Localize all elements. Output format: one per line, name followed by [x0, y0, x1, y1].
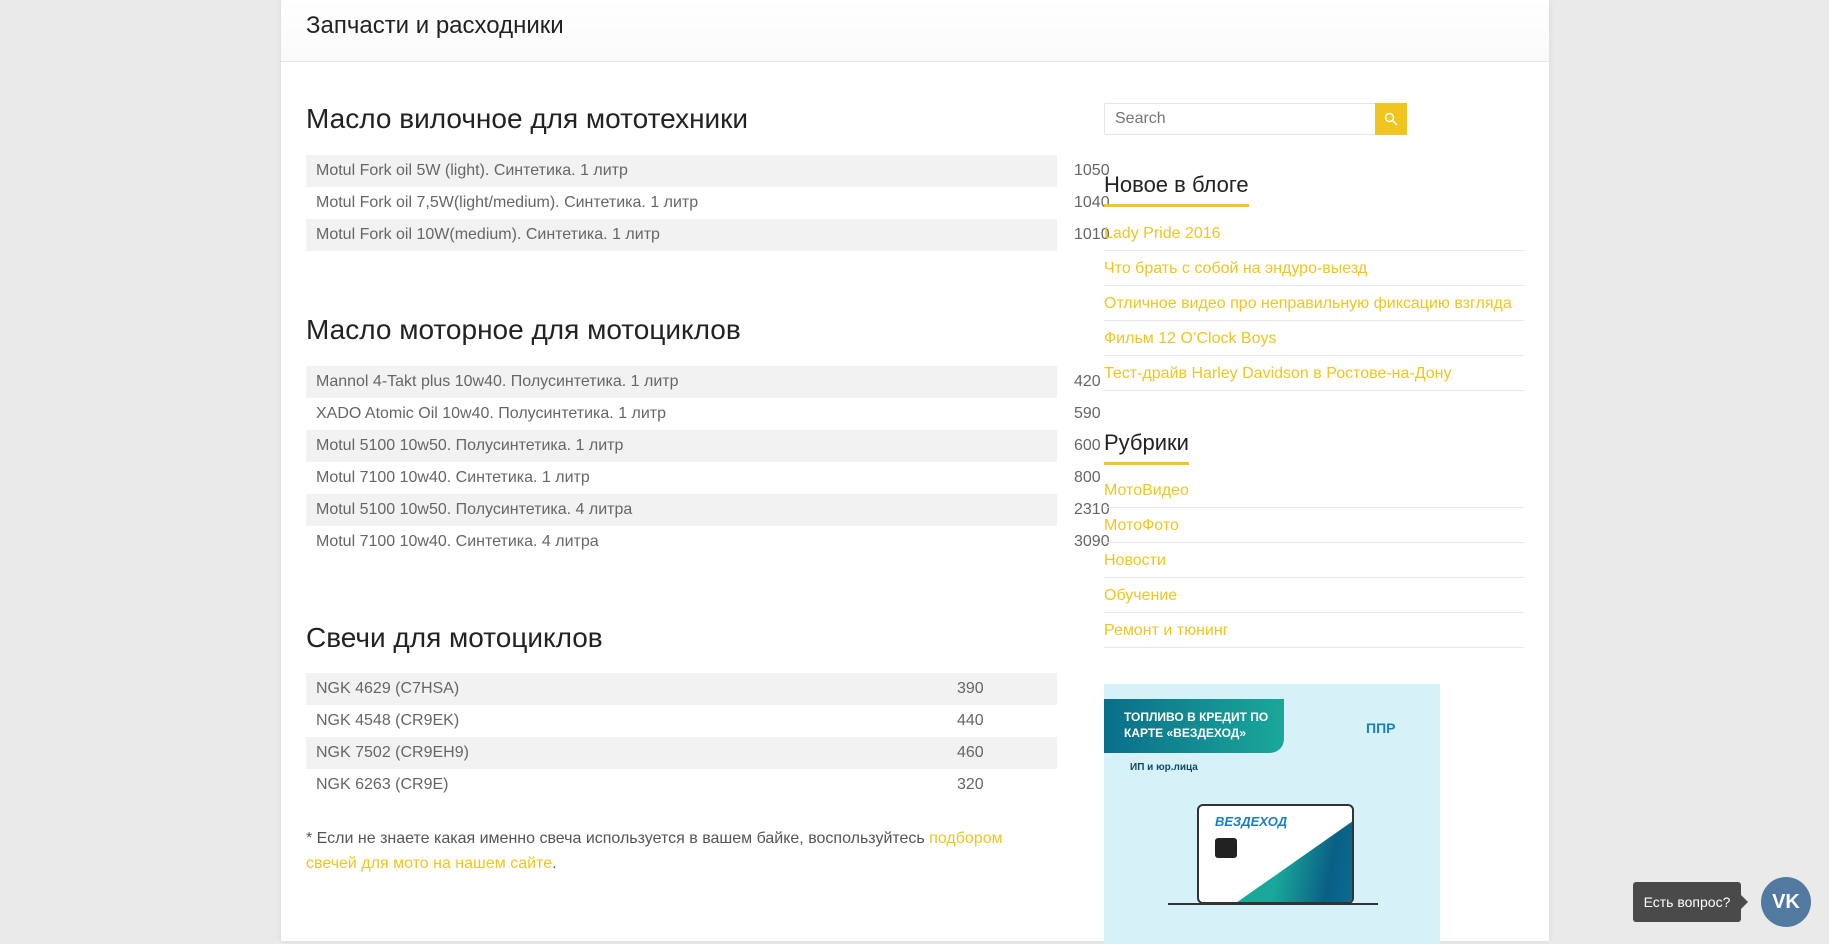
search-icon	[1384, 112, 1398, 126]
blog-post-link[interactable]: Отличное видео про неправильную фиксацию…	[1104, 286, 1524, 321]
search-form	[1104, 103, 1407, 135]
ad-headline: ТОПЛИВО В КРЕДИТ ПО КАРТЕ «ВЕЗДЕХОД»	[1104, 699, 1284, 753]
rubric-link[interactable]: Ремонт и тюнинг	[1104, 613, 1524, 648]
item-price: 440	[957, 712, 984, 729]
table-row: NGK 4629 (C7HSA) 390	[306, 673, 1057, 705]
item-name: Motul 7100 10w40. Синтетика. 1 литр	[316, 469, 590, 486]
ad-logo: ППР	[1366, 720, 1396, 736]
item-price: 800	[1074, 469, 1101, 486]
section-title: Масло вилочное для мототехники	[306, 103, 749, 134]
blog-list: Lady Pride 2016 Что брать с собой на энду…	[1104, 216, 1524, 391]
table-row: Motul 5100 10w50. Полусинтетика. 1 литр 6…	[306, 430, 1101, 462]
price-table: NGK 4629 (C7HSA) 390 NGK 4548 (CR9EK) 440 NG…	[306, 673, 1057, 801]
item-price: 420	[1074, 373, 1101, 390]
chip-icon	[1215, 838, 1237, 858]
table-row: Motul Fork oil 7,5W(light/medium). Синте…	[306, 187, 1110, 219]
page-header: Запчасти и расходники	[281, 0, 1549, 62]
item-price: 600	[1074, 437, 1101, 454]
item-name: Motul Fork oil 5W (light). Синтетика. 1 …	[316, 162, 628, 179]
table-row: Motul 7100 10w40. Синтетика. 1 литр 800	[306, 462, 1101, 494]
item-name: Motul Fork oil 10W(medium). Синтетика. 1…	[316, 226, 660, 243]
table-row: NGK 4548 (CR9EK) 440	[306, 705, 1057, 737]
item-name: Motul 7100 10w40. Синтетика. 4 литра	[316, 533, 599, 550]
vk-icon: VK	[1772, 890, 1800, 913]
item-name: NGK 6263 (CR9E)	[316, 776, 449, 793]
rubric-link[interactable]: МотоВидео	[1104, 473, 1524, 508]
page-title: Запчасти и расходники	[306, 12, 564, 39]
rubric-link[interactable]: МотоФото	[1104, 508, 1524, 543]
item-price: 460	[957, 744, 984, 761]
item-name: Motul Fork oil 7,5W(light/medium). Синте…	[316, 194, 699, 211]
blog-post-link[interactable]: Фильм 12 O’Clock Boys	[1104, 321, 1524, 356]
rubric-link[interactable]: Обучение	[1104, 578, 1524, 613]
rubrics-list: МотоВидео МотоФото Новости Обучение Ремонт и…	[1104, 473, 1524, 648]
item-name: NGK 4629 (C7HSA)	[316, 680, 460, 697]
table-row: Mannol 4-Takt plus 10w40. Полусинтетика.…	[306, 366, 1101, 398]
item-price: 590	[1074, 405, 1101, 422]
item-price: 320	[957, 776, 984, 793]
search-input[interactable]	[1105, 104, 1375, 134]
card-name: ВЕЗДЕХОД	[1215, 814, 1288, 829]
item-name: Motul 5100 10w50. Полусинтетика. 1 литр	[316, 437, 624, 454]
ad-banner[interactable]: ТОПЛИВО В КРЕДИТ ПО КАРТЕ «ВЕЗДЕХОД» ППР…	[1104, 684, 1440, 944]
table-row: XADO Atomic Oil 10w40. Полусинтетика. 1 …	[306, 398, 1101, 430]
rubrics-widget-title: Рубрики	[1104, 430, 1189, 465]
blog-widget-title: Новое в блоге	[1104, 172, 1249, 207]
section-title: Масло моторное для мотоциклов	[306, 314, 741, 345]
rubric-link[interactable]: Новости	[1104, 543, 1524, 578]
card-image: ВЕЗДЕХОД	[1197, 804, 1354, 904]
item-name: NGK 4548 (CR9EK)	[316, 712, 460, 729]
table-row: NGK 6263 (CR9E) 320	[306, 769, 1057, 801]
price-table: Motul Fork oil 5W (light). Синтетика. 1 …	[306, 155, 1110, 251]
blog-post-link[interactable]: Что брать с собой на эндуро-выезд	[1104, 251, 1524, 286]
card-stripe	[1214, 820, 1352, 902]
table-row: NGK 7502 (CR9EH9) 460	[306, 737, 1057, 769]
table-row: Motul Fork oil 10W(medium). Синтетика. 1…	[306, 219, 1110, 251]
price-table: Mannol 4-Takt plus 10w40. Полусинтетика.…	[306, 366, 1110, 558]
table-row: Motul Fork oil 5W (light). Синтетика. 1 …	[306, 155, 1110, 187]
section-title: Свечи для мотоциклов	[306, 622, 603, 653]
search-button[interactable]	[1375, 103, 1407, 135]
spark-plug-note: * Если не знаете какая именно свеча испо…	[306, 830, 1003, 872]
page: Запчасти и расходники Масло вилочное для…	[281, 0, 1549, 944]
chat-tooltip: Есть вопрос?	[1633, 882, 1748, 922]
ad-divider	[1168, 903, 1378, 905]
table-row: Motul 5100 10w50. Полусинтетика. 4 литра…	[306, 494, 1110, 526]
item-name: XADO Atomic Oil 10w40. Полусинтетика. 1 …	[316, 405, 667, 422]
item-price: 390	[957, 680, 984, 697]
blog-post-link[interactable]: Lady Pride 2016	[1104, 216, 1524, 251]
blog-post-link[interactable]: Тест-драйв Harley Davidson в Ростове-на-…	[1104, 356, 1524, 391]
item-name: Motul 5100 10w50. Полусинтетика. 4 литра	[316, 501, 633, 518]
ad-subtitle: ИП и юр.лица	[1130, 762, 1198, 773]
item-name: NGK 7502 (CR9EH9)	[316, 744, 469, 761]
table-row: Motul 7100 10w40. Синтетика. 4 литра 3090	[306, 526, 1110, 558]
item-name: Mannol 4-Takt plus 10w40. Полусинтетика.…	[316, 373, 679, 390]
vk-chat-button[interactable]: VK	[1761, 877, 1811, 927]
